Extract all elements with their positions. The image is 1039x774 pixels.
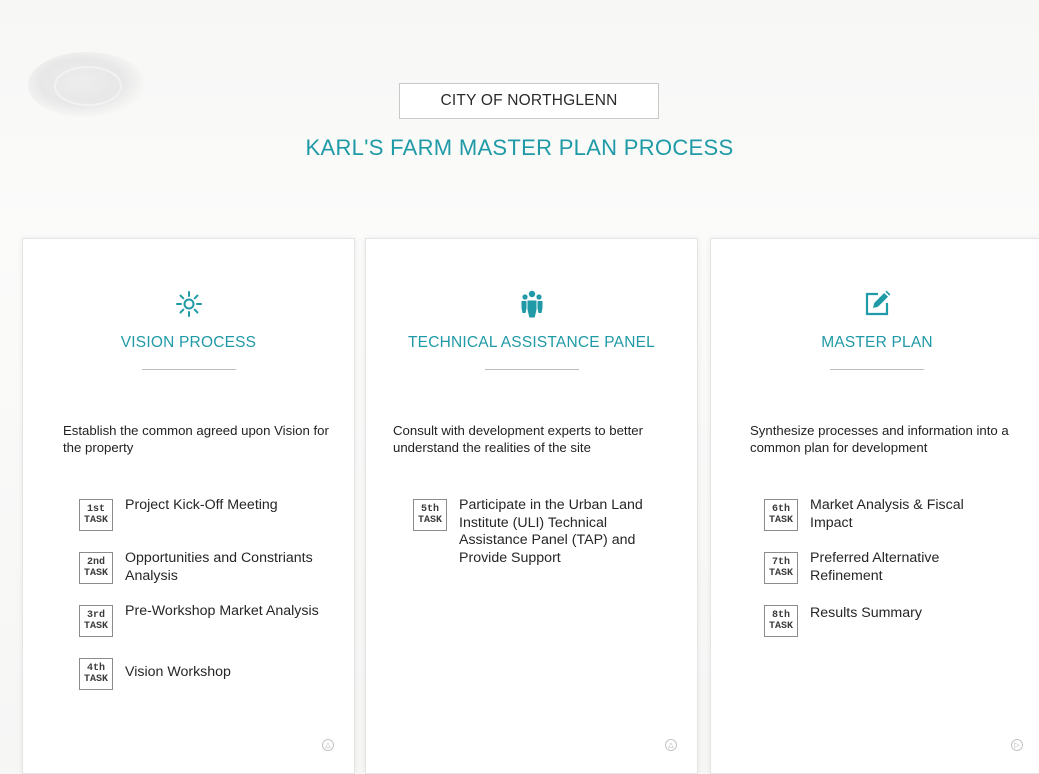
task-number: 8th xyxy=(771,610,790,621)
card-technical-assistance-panel: TECHNICAL ASSISTANCE PANEL Consult with … xyxy=(365,238,698,774)
expand-circle-icon[interactable]: △ xyxy=(665,739,677,751)
task-label: TASK xyxy=(768,621,793,632)
task-badge: 3rd TASK xyxy=(79,605,113,637)
task-text: Preferred Alternative Refinement xyxy=(810,550,940,584)
task-label: TASK xyxy=(83,568,108,579)
divider xyxy=(484,369,579,370)
task-list: 6th TASK Market Analysis & Fiscal Impact… xyxy=(764,497,1024,656)
card-title: TECHNICAL ASSISTANCE PANEL xyxy=(408,334,655,351)
task-item: 4th TASK Vision Workshop xyxy=(79,656,339,709)
divider xyxy=(141,369,236,370)
task-text: Pre-Workshop Market Analysis xyxy=(125,603,319,619)
card-description: Synthesize processes and information int… xyxy=(750,423,1009,455)
task-badge: 1st TASK xyxy=(79,499,113,531)
task-number: 6th xyxy=(771,504,790,515)
card-title: MASTER PLAN xyxy=(821,334,933,351)
task-item: 8th TASK Results Summary xyxy=(764,603,1024,656)
card-vision-process: VISION PROCESS Establish the common agre… xyxy=(22,238,355,774)
task-text: Opportunities and Constriants Analysis xyxy=(125,550,313,584)
card-title: VISION PROCESS xyxy=(120,334,257,351)
task-number: 4th xyxy=(86,663,105,674)
task-number: 1st xyxy=(86,504,105,515)
task-number: 2nd xyxy=(86,557,105,568)
task-item: 6th TASK Market Analysis & Fiscal Impact xyxy=(764,497,1024,550)
task-label: TASK xyxy=(83,674,108,685)
task-label: TASK xyxy=(83,621,108,632)
task-badge: 5th TASK xyxy=(413,499,447,531)
task-item: 2nd TASK Opportunities and Constriants A… xyxy=(79,550,339,603)
task-badge: 2nd TASK xyxy=(79,552,113,584)
task-label: TASK xyxy=(417,515,442,526)
task-label: TASK xyxy=(768,515,793,526)
city-name: CITY OF NORTHGLENN xyxy=(440,92,618,109)
task-badge: 8th TASK xyxy=(764,605,798,637)
task-item: 7th TASK Preferred Alternative Refinemen… xyxy=(764,550,1024,603)
task-list: 1st TASK Project Kick-Off Meeting 2nd TA… xyxy=(79,497,339,709)
task-list: 5th TASK Participate in the Urban Land I… xyxy=(413,497,673,566)
task-item: 3rd TASK Pre-Workshop Market Analysis xyxy=(79,603,339,656)
task-number: 3rd xyxy=(86,610,105,621)
divider xyxy=(830,369,924,370)
task-label: TASK xyxy=(768,568,793,579)
task-badge: 6th TASK xyxy=(764,499,798,531)
process-columns: VISION PROCESS Establish the common agre… xyxy=(22,238,1039,774)
task-badge: 7th TASK xyxy=(764,552,798,584)
card-description: Consult with development experts to bett… xyxy=(393,423,643,455)
task-label: TASK xyxy=(83,515,108,526)
city-label-box: CITY OF NORTHGLENN xyxy=(399,83,659,119)
task-text: Participate in the Urban Land Institute … xyxy=(459,497,643,566)
page-title: KARL'S FARM MASTER PLAN PROCESS xyxy=(305,135,734,160)
task-number: 5th xyxy=(420,504,439,515)
card-description: Establish the common agreed upon Vision … xyxy=(63,423,329,455)
expand-circle-icon[interactable]: ▷ xyxy=(1011,739,1023,751)
edit-pencil-icon xyxy=(711,289,1039,319)
task-text: Project Kick-Off Meeting xyxy=(125,497,278,513)
task-item: 1st TASK Project Kick-Off Meeting xyxy=(79,497,339,550)
people-group-icon xyxy=(366,289,697,319)
task-item: 5th TASK Participate in the Urban Land I… xyxy=(413,497,673,566)
header: CITY OF NORTHGLENN KARL'S FARM MASTER PL… xyxy=(0,0,1039,200)
task-number: 7th xyxy=(771,557,790,568)
expand-circle-icon[interactable]: △ xyxy=(322,739,334,751)
sun-icon xyxy=(23,289,354,319)
task-text: Results Summary xyxy=(810,605,922,621)
task-text: Vision Workshop xyxy=(125,664,231,680)
task-text: Market Analysis & Fiscal Impact xyxy=(810,497,964,531)
card-master-plan: MASTER PLAN Synthesize processes and inf… xyxy=(710,238,1039,774)
task-badge: 4th TASK xyxy=(79,658,113,690)
